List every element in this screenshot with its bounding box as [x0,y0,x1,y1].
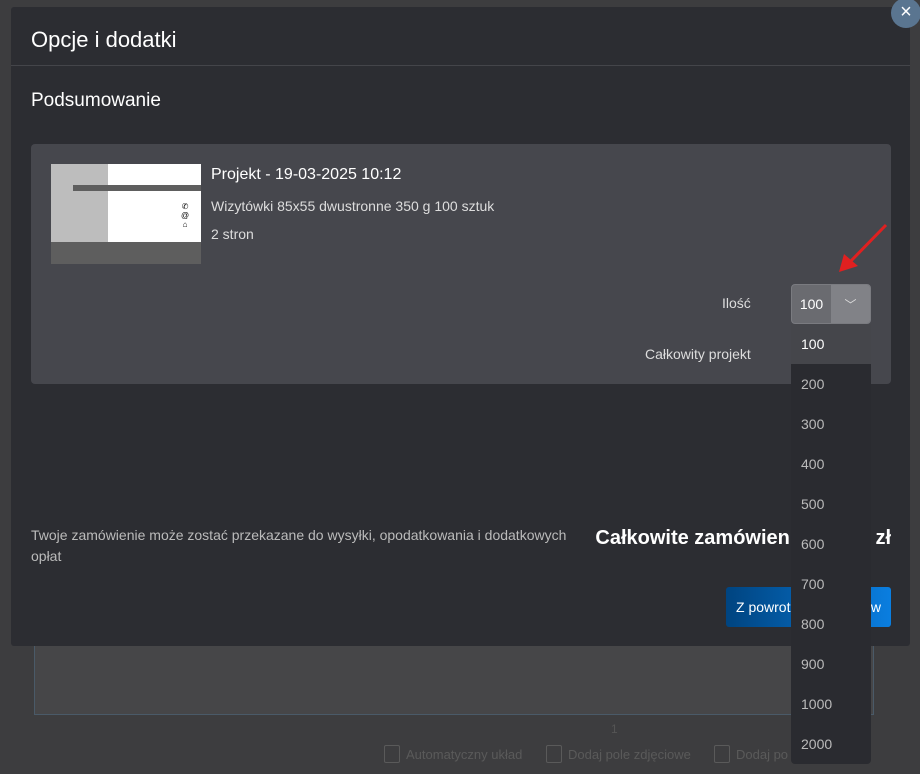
add-text-field-tool[interactable]: Dodaj po [714,745,788,763]
total-project-label: Całkowity projekt [645,346,751,362]
divider [11,65,910,66]
quantity-option[interactable]: 400 [791,444,871,484]
project-pages: 2 stron [211,226,254,242]
auto-layout-tool[interactable]: Automatyczny układ [384,745,522,763]
quantity-option[interactable]: 500 [791,484,871,524]
total-order-label: Całkowite zamówieni [595,527,796,549]
project-title: Projekt - 19-03-2025 10:12 [211,166,402,183]
quantity-select[interactable]: 100 ﹀ [791,284,871,324]
button-label: Z powrot [736,599,791,615]
layout-icon [384,745,400,763]
modal-title: Opcje i dodatki [31,27,177,52]
quantity-label: Ilość [722,295,751,311]
order-note: Twoje zamówienie może zostać przekazane … [31,527,567,564]
quantity-option[interactable]: 700 [791,564,871,604]
project-card: ✆ @ ⌂ Projekt - 19-03-2025 10:12 Wizytówki… [31,144,891,384]
contact-icons: ✆ @ ⌂ [181,202,190,229]
chevron-down-icon[interactable]: ﹀ [831,285,870,323]
annotation-arrow-icon [839,223,888,272]
quantity-option[interactable]: 1000 [791,684,871,724]
tool-label: Automatyczny układ [406,746,523,762]
image-icon [546,745,562,763]
section-title: Podsumowanie [31,90,161,111]
quantity-dropdown: 100 200 300 400 500 600 700 800 900 1000 2000 [791,324,871,764]
project-description: Wizytówki 85x55 dwustronne 350 g 100 szt… [211,198,495,214]
text-icon [714,745,730,763]
currency: zł [875,527,891,549]
quantity-option[interactable]: 800 [791,604,871,644]
quantity-option[interactable]: 600 [791,524,871,564]
project-thumbnail: ✆ @ ⌂ [51,164,201,264]
quantity-option[interactable]: 200 [791,364,871,404]
add-photo-field-tool[interactable]: Dodaj pole zdjęciowe [546,745,691,763]
quantity-option[interactable]: 300 [791,404,871,444]
tool-label: Dodaj po [736,746,789,762]
quantity-option[interactable]: 100 [791,324,871,364]
quantity-value: 100 [799,296,824,312]
button-label-end: w [870,599,881,615]
options-modal: Opcje i dodatki Podsumowanie ✆ @ ⌂ Projekt… [11,7,910,646]
quantity-option[interactable]: 900 [791,644,871,684]
close-icon[interactable]: × [891,0,920,28]
quantity-option[interactable]: 2000 [791,724,871,764]
tool-label: Dodaj pole zdjęciowe [568,746,691,762]
page-number: 1 [611,722,618,736]
